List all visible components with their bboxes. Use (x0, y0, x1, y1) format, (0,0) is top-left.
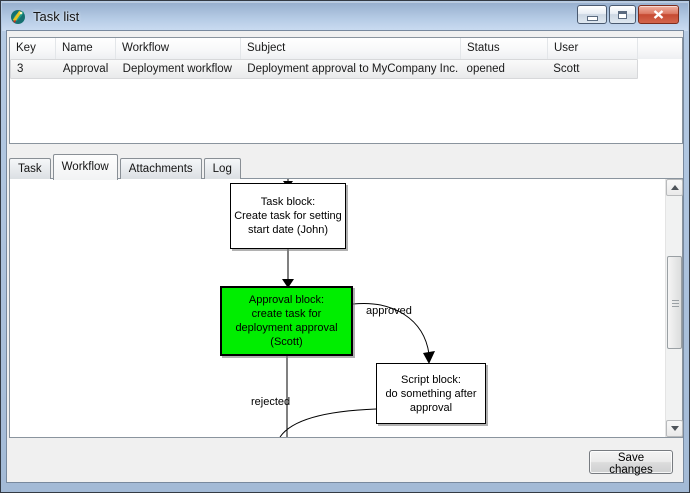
minimize-icon (588, 17, 597, 20)
table-row[interactable]: 3 Approval Deployment workflow Deploymen… (10, 59, 638, 79)
scrollbar-thumb[interactable] (667, 256, 682, 349)
window-controls (577, 5, 679, 24)
column-header-status[interactable]: Status (461, 38, 548, 59)
cell-status: opened (461, 60, 548, 78)
task-table: Key Name Workflow Subject Status User 3 … (9, 37, 683, 144)
table-header-row: Key Name Workflow Subject Status User (10, 38, 682, 59)
window-title: Task list (33, 9, 79, 24)
approved-edge-label: approved (366, 305, 412, 317)
cell-workflow: Deployment workflow (117, 60, 242, 78)
client-area: Key Name Workflow Subject Status User 3 … (7, 31, 683, 482)
cell-subject: Deployment approval to MyCompany Inc. (241, 60, 460, 78)
app-icon (10, 8, 27, 25)
rejected-edge-label: rejected (251, 396, 290, 408)
column-header-key[interactable]: Key (10, 38, 56, 59)
scrollbar-grip-icon (672, 300, 679, 307)
scroll-down-button[interactable] (666, 420, 683, 437)
workflow-diagram-panel: Task block: Create task for setting star… (9, 178, 683, 438)
arrow-up-icon (671, 185, 679, 190)
diagram-canvas: Task block: Create task for setting star… (10, 179, 665, 437)
maximize-icon (618, 11, 627, 19)
cell-key: 3 (11, 60, 57, 78)
cell-user: Scott (547, 60, 637, 78)
task-block-node[interactable]: Task block: Create task for setting star… (230, 183, 346, 249)
tab-attachments[interactable]: Attachments (120, 158, 202, 179)
approval-block-node[interactable]: Approval block: create task for deployme… (220, 286, 353, 356)
column-header-workflow[interactable]: Workflow (116, 38, 241, 59)
column-header-name[interactable]: Name (56, 38, 116, 59)
maximize-button[interactable] (609, 5, 636, 24)
scroll-up-button[interactable] (666, 179, 683, 196)
close-icon (653, 10, 664, 19)
close-button[interactable] (638, 5, 679, 24)
tab-workflow[interactable]: Workflow (53, 154, 118, 180)
column-header-user[interactable]: User (548, 38, 638, 59)
cell-name: Approval (57, 60, 117, 78)
task-list-window: Task list Key Name Workflow Subject (0, 0, 690, 493)
save-changes-button[interactable]: Save changes (589, 450, 673, 474)
minimize-button[interactable] (577, 5, 607, 24)
diagram-vertical-scrollbar[interactable] (665, 179, 682, 437)
arrow-down-icon (671, 426, 679, 431)
script-block-node[interactable]: Script block: do something after approva… (376, 363, 486, 424)
tab-task[interactable]: Task (9, 158, 51, 179)
title-bar: Task list (2, 2, 688, 31)
tab-log[interactable]: Log (204, 158, 241, 179)
column-header-subject[interactable]: Subject (241, 38, 461, 59)
tab-strip: Task Workflow Attachments Log (9, 153, 243, 179)
column-header-filler (638, 38, 682, 59)
